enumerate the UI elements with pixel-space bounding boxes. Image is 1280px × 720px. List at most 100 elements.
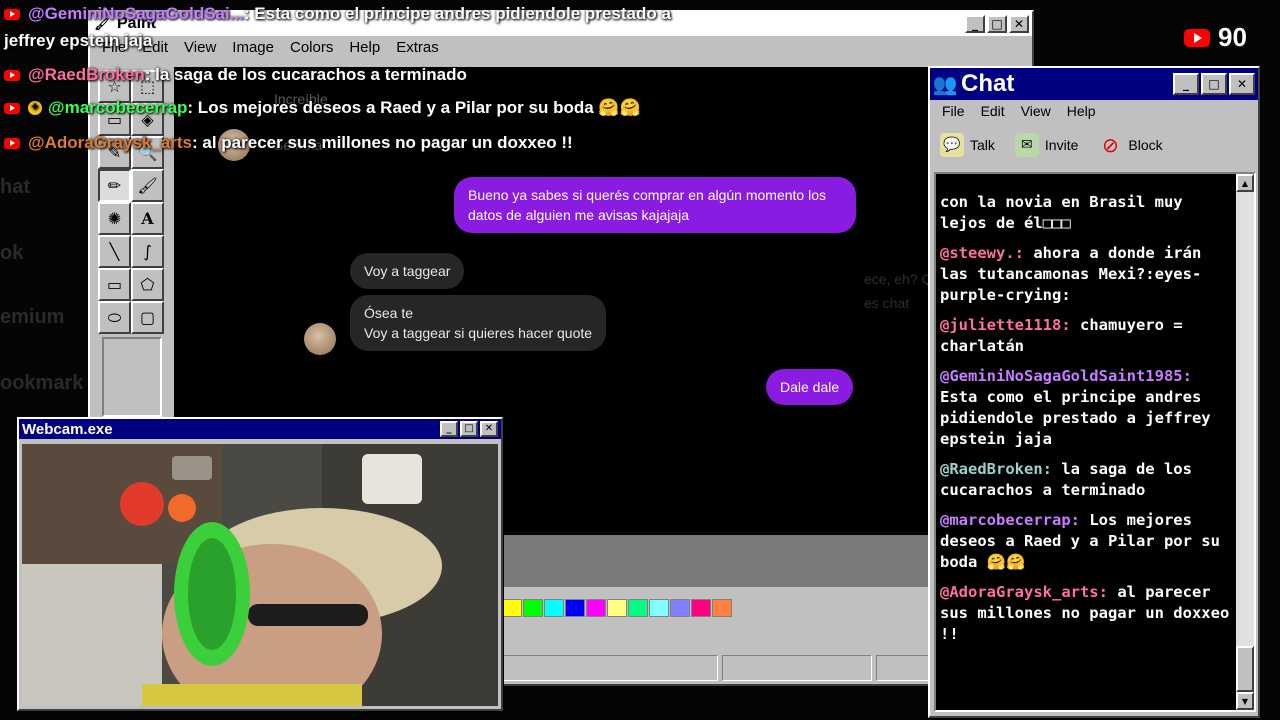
- chat-title: Chat: [961, 70, 1015, 97]
- paint-menubar: File Edit View Image Colors Help Extras: [90, 36, 1032, 59]
- color-swatch[interactable]: [628, 599, 648, 617]
- color-swatch[interactable]: [544, 599, 564, 617]
- webcam-scene: [22, 444, 498, 706]
- menu-image[interactable]: Image: [224, 38, 282, 57]
- youtube-icon: [4, 69, 20, 81]
- menu-edit[interactable]: Edit: [973, 102, 1013, 120]
- overlay-username: @RaedBroken: [28, 65, 145, 84]
- color-palette: [502, 599, 732, 617]
- overlay-text: jeffrey epstein jaja: [4, 31, 153, 50]
- people-icon: 👥: [932, 72, 958, 96]
- curve-tool[interactable]: ∫: [131, 235, 164, 268]
- color-swatch[interactable]: [523, 599, 543, 617]
- tool-options-box[interactable]: [102, 337, 162, 417]
- overlay-chat-line: @GeminiNoSagaGoldSai... : Esta como el p…: [4, 4, 671, 24]
- overlay-chat-line: @AdoraGraysk_arts : al parecer sus millo…: [4, 133, 573, 153]
- block-icon: ⊘: [1101, 133, 1119, 157]
- polygon-tool[interactable]: ⬠: [131, 268, 164, 301]
- invite-icon: ✉: [1014, 133, 1039, 157]
- block-label: Block: [1128, 137, 1163, 153]
- message-bubble-me: Bueno ya sabes si querés comprar en algú…: [454, 177, 856, 233]
- youtube-icon: [4, 137, 20, 149]
- overlay-text: : la saga de los cucarachos a terminado: [144, 65, 467, 84]
- bg-word: emium: [0, 306, 65, 328]
- chat-username: @RaedBroken:: [940, 460, 1052, 478]
- color-swatch[interactable]: [649, 599, 669, 617]
- chat-titlebar[interactable]: 👥 Chat _ □ ✕: [930, 68, 1258, 100]
- brush-tool[interactable]: 🖌: [131, 169, 164, 202]
- minimize-button[interactable]: _: [440, 421, 458, 437]
- overlay-chat-line: ✦ @marcobecerrap : Los mejores deseos a …: [4, 98, 641, 118]
- scroll-down-arrow-icon[interactable]: ▼: [1236, 692, 1254, 710]
- message-line: Voy a taggear si quieres hacer quote: [364, 325, 593, 341]
- color-swatch[interactable]: [670, 599, 690, 617]
- chat-message: @juliette1118: chamuyero = charlatán: [940, 315, 1230, 357]
- chat-message: con la novia en Brasil muy lejos de él□□…: [940, 192, 1230, 234]
- chat-scrollbar[interactable]: ▲ ▼: [1236, 174, 1254, 710]
- message-bubble-me: Dale dale: [766, 369, 854, 405]
- scroll-thumb[interactable]: [1236, 646, 1254, 692]
- color-swatch[interactable]: [607, 599, 627, 617]
- overlay-username: @AdoraGraysk_arts: [28, 133, 192, 152]
- avatar: [304, 323, 336, 355]
- maximize-button[interactable]: □: [1201, 73, 1227, 95]
- menu-file[interactable]: File: [934, 102, 973, 120]
- color-swatch[interactable]: [691, 599, 711, 617]
- youtube-icon: [4, 8, 20, 20]
- color-swatch[interactable]: [712, 599, 732, 617]
- youtube-icon: [1184, 28, 1210, 47]
- viewer-count-value: 90: [1218, 22, 1247, 52]
- status-cell: [722, 655, 872, 681]
- overlay-text: : Esta como el principe andres pidiendol…: [243, 4, 671, 23]
- menu-extras[interactable]: Extras: [388, 38, 447, 57]
- chat-message: @RaedBroken: la saga de los cucarachos a…: [940, 459, 1230, 501]
- webcam-window: Webcam.exe _ □ ✕: [17, 417, 503, 711]
- minimize-button[interactable]: _: [1173, 73, 1199, 95]
- webcam-titlebar[interactable]: Webcam.exe _ □ ✕: [19, 419, 501, 439]
- ellipse-tool[interactable]: ⬭: [98, 301, 131, 334]
- block-button[interactable]: ⊘ Block: [1098, 133, 1163, 157]
- chat-username: @steewy.:: [940, 244, 1024, 262]
- chat-log[interactable]: con la novia en Brasil muy lejos de él□□…: [934, 172, 1256, 712]
- talk-button[interactable]: 💬 Talk: [940, 133, 995, 157]
- overlay-username: @GeminiNoSagaGoldSai...: [28, 4, 244, 23]
- menu-colors[interactable]: Colors: [282, 38, 341, 57]
- line-tool[interactable]: ╲: [98, 235, 131, 268]
- webcam-title: Webcam.exe: [22, 420, 113, 438]
- close-button[interactable]: ✕: [1009, 15, 1029, 33]
- bg-word: hat: [0, 176, 30, 198]
- invite-button[interactable]: ✉ Invite: [1014, 133, 1078, 157]
- message-line: Ósea te: [364, 305, 414, 321]
- chat-messages: con la novia en Brasil muy lejos de él□□…: [940, 192, 1230, 654]
- close-button[interactable]: ✕: [1229, 73, 1255, 95]
- airbrush-tool[interactable]: ✺: [98, 202, 131, 235]
- menu-view[interactable]: View: [1013, 102, 1059, 120]
- faded-message: es chat: [864, 295, 910, 311]
- menu-help[interactable]: Help: [1059, 102, 1104, 120]
- message-bubble-them: Ósea te Voy a taggear si quieres hacer q…: [350, 295, 607, 351]
- text-tool[interactable]: A: [131, 202, 164, 235]
- menu-help[interactable]: Help: [341, 38, 388, 57]
- chat-username: @AdoraGraysk_arts:: [940, 583, 1108, 601]
- rectangle-tool[interactable]: ▭: [98, 268, 131, 301]
- chat-menubar: File Edit View Help: [930, 100, 1258, 122]
- bg-word: ok: [0, 242, 24, 264]
- chat-message: @GeminiNoSagaGoldSaint1985: Esta como el…: [940, 366, 1230, 450]
- close-button[interactable]: ✕: [480, 421, 498, 437]
- maximize-button[interactable]: □: [460, 421, 478, 437]
- chat-username: @juliette1118:: [940, 316, 1071, 334]
- color-swatch[interactable]: [565, 599, 585, 617]
- chat-username: @marcobecerrap:: [940, 511, 1080, 529]
- chat-message: @marcobecerrap: Los mejores deseos a Rae…: [940, 510, 1230, 573]
- color-swatch[interactable]: [586, 599, 606, 617]
- bg-word: ookmark: [0, 372, 84, 394]
- star-badge-icon: ✦: [28, 101, 42, 115]
- rounded-rect-tool[interactable]: ▢: [131, 301, 164, 334]
- scroll-up-arrow-icon[interactable]: ▲: [1236, 174, 1254, 192]
- status-cell: [502, 655, 718, 681]
- maximize-button[interactable]: □: [987, 15, 1007, 33]
- color-swatch[interactable]: [502, 599, 522, 617]
- minimize-button[interactable]: _: [965, 15, 985, 33]
- menu-view[interactable]: View: [176, 38, 224, 57]
- pencil-tool[interactable]: ✏: [98, 169, 131, 202]
